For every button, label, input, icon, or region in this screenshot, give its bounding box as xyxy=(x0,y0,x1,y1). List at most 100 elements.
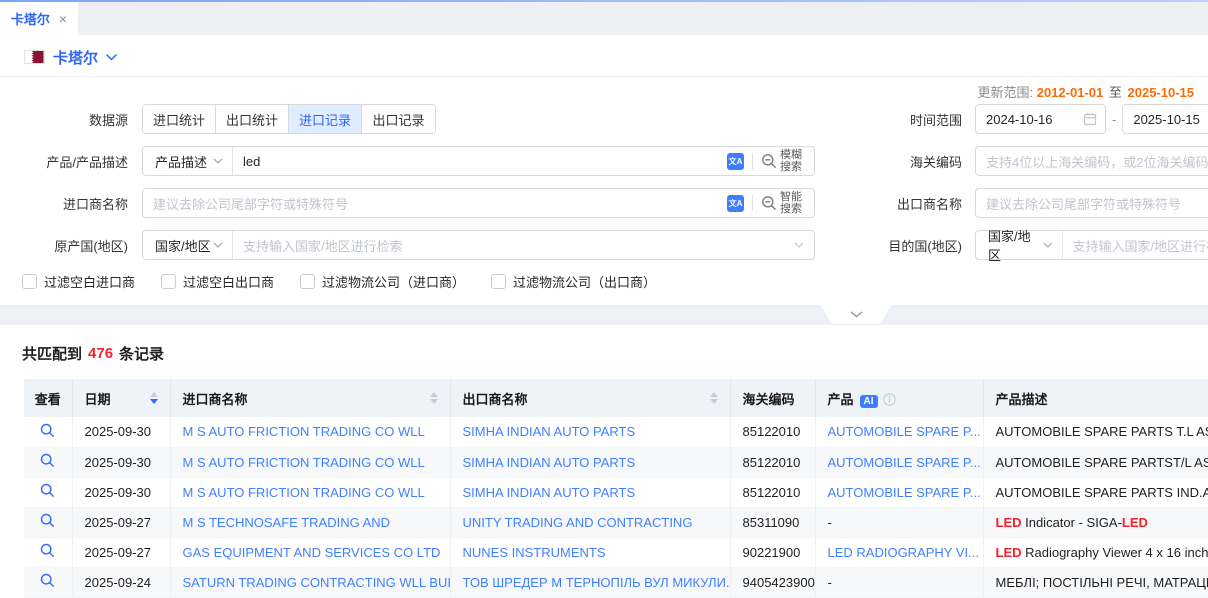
product-link[interactable]: LED RADIOGRAPHY VI... xyxy=(828,545,979,560)
exporter-link[interactable]: ТОВ ШРЕДЕР М ТЕРНОПІЛЬ ВУЛ МИКУЛИ... xyxy=(463,575,731,590)
exporter-name-placeholder: 建议去除公司尾部字符或特殊符号 xyxy=(986,194,1181,213)
view-cell xyxy=(24,417,72,447)
importer-name-label: 进口商名称 xyxy=(0,194,128,213)
hs-code-placeholder: 支持4位以上海关编码，或2位海关编码加上 xyxy=(986,152,1208,171)
country-header: 卡塔尔 xyxy=(0,35,1208,76)
magnifier-icon xyxy=(40,483,55,498)
view-cell xyxy=(24,447,72,477)
importer-cell: M S AUTO FRICTION TRADING CO WLL xyxy=(170,477,450,507)
date-cell: 2025-09-30 xyxy=(72,417,170,447)
origin-placeholder: 支持输入国家/地区进行检索 xyxy=(243,236,403,255)
view-record-button[interactable] xyxy=(40,483,55,498)
importer-link[interactable]: M S TECHNOSAFE TRADING AND xyxy=(183,515,391,530)
importer-link[interactable]: M S AUTO FRICTION TRADING CO WLL xyxy=(183,485,425,500)
tab-qatar[interactable]: 卡塔尔 × xyxy=(0,2,78,35)
date-cell: 2025-09-30 xyxy=(72,447,170,477)
table-body: 2025-09-30 M S AUTO FRICTION TRADING CO … xyxy=(24,417,1208,597)
importer-link[interactable]: M S AUTO FRICTION TRADING CO WLL xyxy=(183,455,425,470)
exporter-link[interactable]: SIMHA INDIAN AUTO PARTS xyxy=(463,485,636,500)
collapse-strip xyxy=(0,305,1208,325)
product-link[interactable]: AUTOMOBILE SPARE P... xyxy=(828,424,981,439)
column-date: 日期 xyxy=(72,379,170,417)
destination-country-select[interactable]: 国家/地区 xyxy=(976,231,1063,259)
button-import-stats[interactable]: 进口统计 xyxy=(143,105,216,133)
exporter-cell: NUNES INSTRUMENTS xyxy=(450,537,730,567)
magnifier-icon xyxy=(40,453,55,468)
fuzzy-search-button[interactable]: 模糊搜索 xyxy=(761,149,804,173)
view-record-button[interactable] xyxy=(40,513,55,528)
importer-cell: M S AUTO FRICTION TRADING CO WLL xyxy=(170,417,450,447)
product-type-value: 产品描述 xyxy=(155,152,207,171)
summary-prefix: 共匹配到 xyxy=(22,343,82,364)
button-import-records[interactable]: 进口记录 xyxy=(289,105,362,133)
checkbox-icon[interactable] xyxy=(161,274,176,289)
origin-country-select[interactable]: 国家/地区 xyxy=(143,231,233,259)
exporter-name-input[interactable]: 建议去除公司尾部字符或特殊符号 xyxy=(975,188,1208,218)
view-record-button[interactable] xyxy=(40,423,55,438)
origin-search-input[interactable]: 支持输入国家/地区进行检索 xyxy=(233,231,788,259)
results-table-wrap: 查看 日期 进口商名称 xyxy=(24,379,1208,598)
button-export-records[interactable]: 出口记录 xyxy=(362,105,435,133)
view-record-button[interactable] xyxy=(40,573,55,588)
checkbox-icon[interactable] xyxy=(491,274,506,289)
exporter-cell: SIMHA INDIAN AUTO PARTS xyxy=(450,447,730,477)
chevron-down-icon[interactable] xyxy=(106,54,117,61)
info-icon[interactable] xyxy=(883,393,896,406)
results-table: 查看 日期 进口商名称 xyxy=(24,379,1208,598)
exporter-link[interactable]: UNITY TRADING AND CONTRACTING xyxy=(463,515,693,530)
importer-cell: M S AUTO FRICTION TRADING CO WLL xyxy=(170,447,450,477)
column-product: 产品AI xyxy=(815,379,983,417)
checkbox-filter-blank-importer[interactable]: 过滤空白进口商 xyxy=(22,272,135,291)
importer-link[interactable]: SATURN TRADING CONTRACTING WLL BUI... xyxy=(183,575,451,590)
product-search-input[interactable]: led xyxy=(233,147,721,175)
importer-name-input[interactable]: 建议去除公司尾部字符或特殊符号 xyxy=(143,189,721,217)
hs-code-cell: 85122010 xyxy=(730,477,815,507)
page-title: 卡塔尔 xyxy=(53,47,98,68)
product-link[interactable]: AUTOMOBILE SPARE P... xyxy=(828,455,981,470)
hs-code-cell: 90221900 xyxy=(730,537,815,567)
translate-icon[interactable]: 文A xyxy=(727,195,744,212)
table-row: 2025-09-24 SATURN TRADING CONTRACTING WL… xyxy=(24,567,1208,597)
view-record-button[interactable] xyxy=(40,453,55,468)
checkbox-icon[interactable] xyxy=(22,274,37,289)
date-cell: 2025-09-24 xyxy=(72,567,170,597)
checkbox-filter-logistics-exporter[interactable]: 过滤物流公司（出口商） xyxy=(491,272,656,291)
date-to-input[interactable]: 2025-10-15 xyxy=(1122,104,1208,134)
sort-date-button[interactable] xyxy=(150,392,158,404)
product-cell: - xyxy=(815,567,983,597)
calendar-icon xyxy=(1083,112,1097,126)
close-icon[interactable]: × xyxy=(59,12,67,26)
sort-exporter-button[interactable] xyxy=(710,392,718,404)
chevron-down-icon[interactable] xyxy=(794,242,804,248)
view-record-button[interactable] xyxy=(40,543,55,558)
importer-cell: SATURN TRADING CONTRACTING WLL BUI... xyxy=(170,567,450,597)
destination-search-input[interactable]: 支持输入国家/地区进行检索 xyxy=(1063,231,1208,259)
checkbox-icon[interactable] xyxy=(300,274,315,289)
collapse-filters-button[interactable] xyxy=(820,305,892,324)
importer-link[interactable]: M S AUTO FRICTION TRADING CO WLL xyxy=(183,424,425,439)
product-desc-cell: AUTOMOBILE SPARE PARTST/L ASSY ... xyxy=(983,447,1208,477)
hs-code-input[interactable]: 支持4位以上海关编码，或2位海关编码加上 xyxy=(975,146,1208,176)
checkbox-filter-blank-exporter[interactable]: 过滤空白出口商 xyxy=(161,272,274,291)
checkbox-filter-logistics-importer[interactable]: 过滤物流公司（进口商） xyxy=(300,272,465,291)
product-type-select[interactable]: 产品描述 xyxy=(143,147,233,175)
exporter-link[interactable]: SIMHA INDIAN AUTO PARTS xyxy=(463,424,636,439)
smart-search-button[interactable]: 智能搜索 xyxy=(761,191,804,215)
table-row: 2025-09-30 M S AUTO FRICTION TRADING CO … xyxy=(24,417,1208,447)
translate-icon[interactable]: 文A xyxy=(727,153,744,170)
column-product-desc: 产品描述 xyxy=(983,379,1208,417)
exporter-link[interactable]: SIMHA INDIAN AUTO PARTS xyxy=(463,455,636,470)
column-importer: 进口商名称 xyxy=(170,379,450,417)
exporter-link[interactable]: NUNES INSTRUMENTS xyxy=(463,545,606,560)
importer-cell: M S TECHNOSAFE TRADING AND xyxy=(170,507,450,537)
product-link[interactable]: AUTOMOBILE SPARE P... xyxy=(828,485,981,500)
sort-importer-button[interactable] xyxy=(430,392,438,404)
date-to-value: 2025-10-15 xyxy=(1133,112,1200,127)
exporter-cell: ТОВ ШРЕДЕР М ТЕРНОПІЛЬ ВУЛ МИКУЛИ... xyxy=(450,567,730,597)
date-from-input[interactable]: 2024-10-16 xyxy=(975,104,1106,134)
column-hs-code: 海关编码 xyxy=(730,379,815,417)
importer-link[interactable]: GAS EQUIPMENT AND SERVICES CO LTD xyxy=(183,545,441,560)
product-search-value: led xyxy=(243,154,260,169)
hs-code-cell: 85122010 xyxy=(730,447,815,477)
button-export-stats[interactable]: 出口统计 xyxy=(216,105,289,133)
